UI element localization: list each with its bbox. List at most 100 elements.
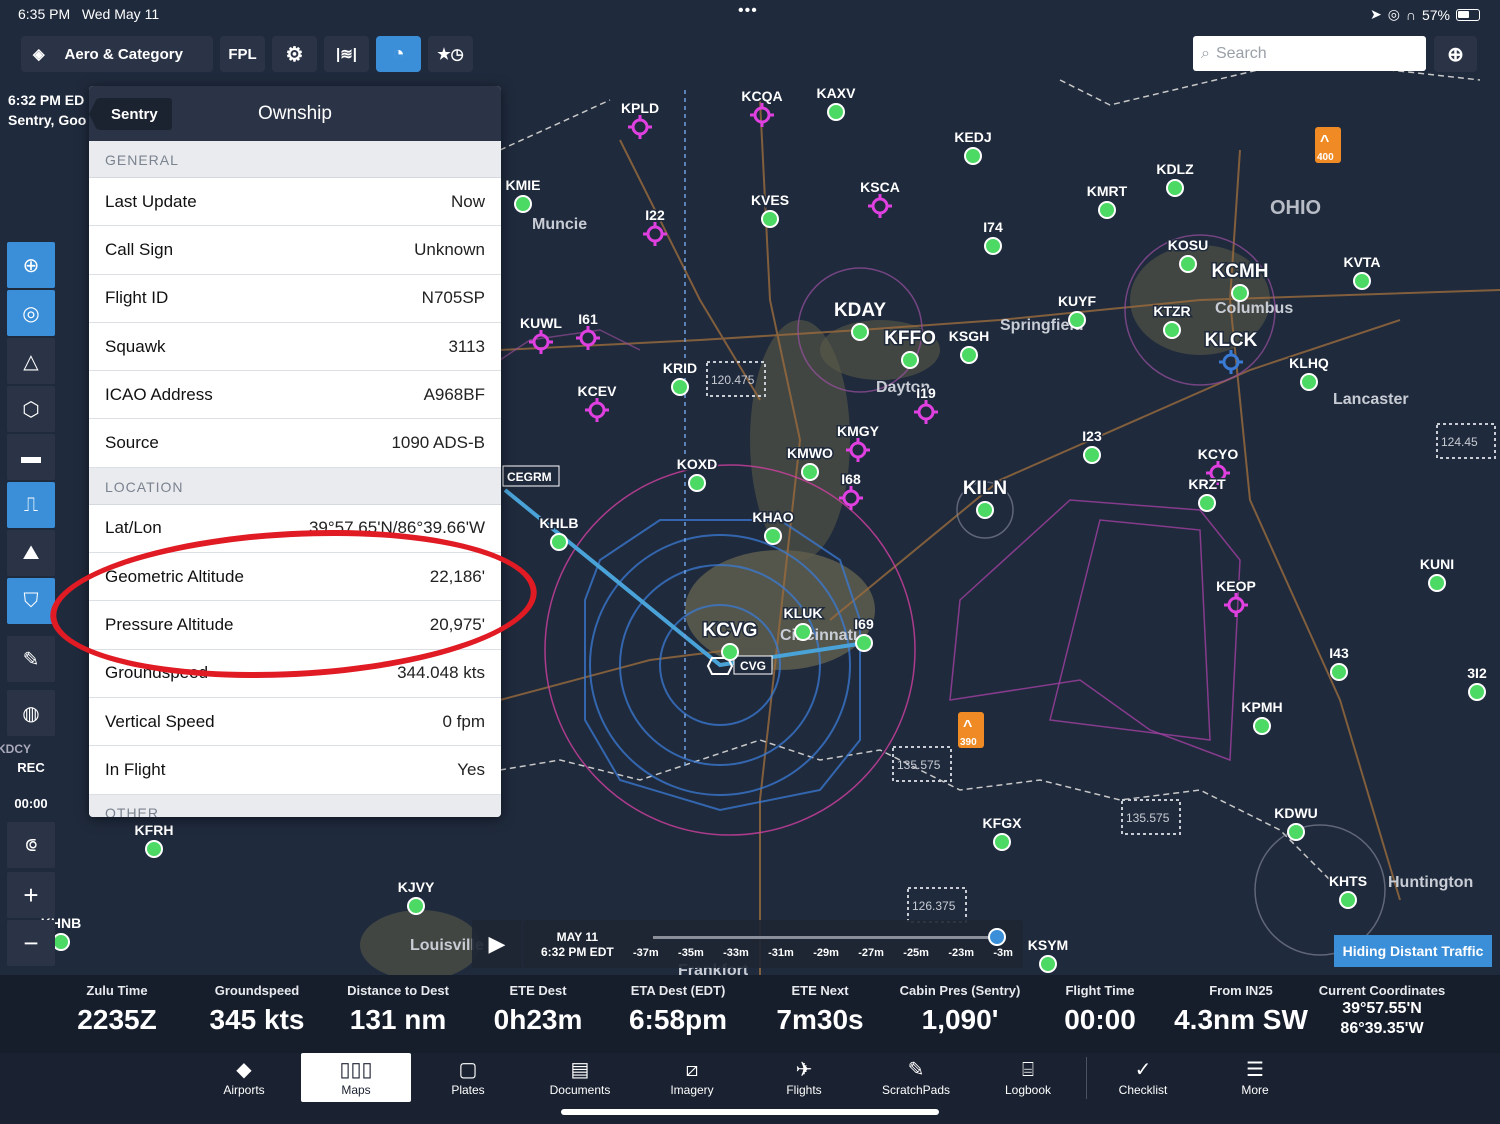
airport-label: KFRH <box>135 822 174 838</box>
row-vertical-speed[interactable]: Vertical Speed 0 fpm <box>89 697 501 747</box>
flights-icon: ✈ <box>795 1059 813 1081</box>
tab-scratchpads[interactable]: ✎ ScratchPads <box>861 1053 971 1102</box>
instrument-ete-next[interactable]: ETE Next 7m30s <box>750 983 890 1036</box>
route-button[interactable]: ⟃ <box>7 822 55 868</box>
airport-label: KMGY <box>837 423 880 439</box>
tab-flights[interactable]: ✈ Flights <box>749 1053 859 1102</box>
search-input[interactable]: ⌕ Search <box>1193 36 1426 71</box>
imagery-icon: ⧄ <box>685 1059 699 1081</box>
battery-icon <box>1456 8 1480 21</box>
logbook-icon: ⌸ <box>1022 1059 1034 1081</box>
headphones-icon: ∩ <box>1405 6 1416 23</box>
airport-marker-icon <box>761 210 779 228</box>
instrument-from-in25[interactable]: From IN25 4.3nm SW <box>1171 983 1311 1036</box>
tab-checklist[interactable]: ✓ Checklist <box>1088 1053 1198 1102</box>
profile-view-button[interactable]: |≋| <box>324 36 369 72</box>
route-icon: ⟃ <box>25 833 37 856</box>
instrument-zulu-time[interactable]: Zulu Time 2235Z <box>47 983 187 1036</box>
airport-label: I43 <box>1329 645 1349 661</box>
svg-text:^: ^ <box>963 718 972 735</box>
frequency-label: 135.575 <box>897 758 941 772</box>
tab-more[interactable]: ☰ More <box>1200 1053 1310 1102</box>
airport-marker-icon <box>145 840 163 858</box>
row-source[interactable]: Source 1090 ADS-B <box>89 419 501 468</box>
tab-documents[interactable]: ▤ Documents <box>525 1053 635 1102</box>
instrument-value: 6:58pm <box>628 1004 728 1035</box>
row-last-update[interactable]: Last Update Now <box>89 178 501 227</box>
locate-button[interactable]: ⊕ <box>1434 36 1477 72</box>
airport-label: KUYF <box>1058 293 1097 309</box>
row-flight-id[interactable]: Flight ID N705SP <box>89 274 501 323</box>
row-value: 0 fpm <box>442 711 485 731</box>
hiding-distant-traffic-button[interactable]: Hiding Distant Traffic <box>1334 935 1492 967</box>
instrument-distance-to-dest[interactable]: Distance to Dest 131 nm <box>328 983 468 1036</box>
terrain-button[interactable]: △ <box>7 338 55 384</box>
instrument-label: Cabin Pres (Sentry) <box>899 983 1021 998</box>
airport-marker-icon <box>1163 321 1181 339</box>
layers-button[interactable]: ◈ Aero & Category <box>21 36 213 72</box>
terrain-profile-button[interactable]: ⛰ <box>7 530 55 576</box>
airport-label: KFGX <box>983 815 1023 831</box>
airport-marker-icon <box>721 643 739 661</box>
airport-label: KCYO <box>1198 446 1239 462</box>
favorites-recents-button[interactable]: ★◷ <box>428 36 473 72</box>
settings-button[interactable]: ⚙ <box>272 36 317 72</box>
traffic-button[interactable]: ⬡ <box>7 386 55 432</box>
airport-label: KLUK <box>784 605 823 621</box>
play-icon: ▶ <box>488 931 506 956</box>
airport-label: KRID <box>663 360 697 376</box>
airport-marker-icon <box>764 527 782 545</box>
panel-header: Sentry Ownship <box>89 86 501 141</box>
timeline-handle[interactable] <box>988 928 1006 946</box>
row-call-sign[interactable]: Call Sign Unknown <box>89 226 501 275</box>
zoom-in-button[interactable]: + <box>7 872 55 918</box>
fpl-button[interactable]: FPL <box>220 36 265 72</box>
row-icao-address[interactable]: ICAO Address A968BF <box>89 371 501 420</box>
plates-icon: ▢ <box>458 1059 478 1081</box>
airport-marker-icon <box>960 346 978 364</box>
timeline-scrubber[interactable]: MAY 11 6:32 PM EDT -37m -35m -33m -31m -29m -… <box>523 920 1023 968</box>
instrument-value: 7m30s <box>776 1004 864 1035</box>
airport-marker-icon <box>1353 272 1371 290</box>
instrument-groundspeed[interactable]: Groundspeed 345 kts <box>187 983 327 1036</box>
row-value: Now <box>450 191 485 211</box>
airport-marker-icon <box>993 833 1011 851</box>
tab-airports[interactable]: ◆ Airports <box>189 1053 299 1102</box>
gauge-icon: ◔ <box>392 42 405 65</box>
maps-icon: ▯▯▯ <box>339 1059 373 1081</box>
tab-plates[interactable]: ▢ Plates <box>413 1053 523 1102</box>
row-value: 3113 <box>448 336 485 356</box>
pin-button[interactable]: ◍ <box>7 690 55 736</box>
multitask-dots[interactable]: ••• <box>738 2 758 20</box>
timeline-track <box>653 936 998 939</box>
row-value: 1090 ADS-B <box>391 433 485 453</box>
instrument-value: 39°57.55'N <box>1342 1000 1422 1017</box>
instrument-eta-dest-edt[interactable]: ETA Dest (EDT) 6:58pm <box>608 983 748 1036</box>
rec-label[interactable]: REC <box>7 760 55 775</box>
instrument-cabin-pres-sentry[interactable]: Cabin Pres (Sentry) 1,090' <box>890 983 1030 1036</box>
zoom-out-button[interactable]: − <box>7 920 55 966</box>
instrument-ete-dest[interactable]: ETE Dest 0h23m <box>468 983 608 1036</box>
tab-logbook[interactable]: ⌸ Logbook <box>973 1053 1083 1102</box>
track-up-button[interactable]: ⊕ <box>7 242 55 288</box>
row-in-flight[interactable]: In Flight Yes <box>89 746 501 795</box>
tab-maps[interactable]: ▯▯▯ Maps <box>301 1053 411 1102</box>
instrument-panel[interactable]: Zulu Time 2235Z Groundspeed 345 kts Distance… <box>0 975 1500 1053</box>
runway-button[interactable]: ▬ <box>7 434 55 480</box>
ownship-center-button[interactable]: ◎ <box>7 290 55 336</box>
instrument-current-coordinates[interactable]: Current Coordinates 39°57.55'N 86°39.35'W <box>1312 983 1452 1038</box>
instrument-flight-time[interactable]: Flight Time 00:00 <box>1030 983 1170 1036</box>
tab-imagery[interactable]: ⧄ Imagery <box>637 1053 747 1102</box>
airport-marker-icon <box>976 501 994 519</box>
airport-label: KHAO <box>752 509 793 525</box>
profile-button[interactable]: ⎍ <box>7 482 55 528</box>
row-label: Call Sign <box>105 239 174 259</box>
city-label: Columbus <box>1215 300 1293 317</box>
annotate-button[interactable]: ✎ <box>7 636 55 682</box>
airport-marker-icon <box>1468 683 1486 701</box>
route-shield-button[interactable]: ⛉ <box>7 578 55 624</box>
row-squawk[interactable]: Squawk 3113 <box>89 322 501 372</box>
instruments-button[interactable]: ◔ <box>376 36 421 72</box>
mountain-icon: ⛰ <box>22 541 40 564</box>
play-button[interactable]: ▶ <box>472 920 522 968</box>
